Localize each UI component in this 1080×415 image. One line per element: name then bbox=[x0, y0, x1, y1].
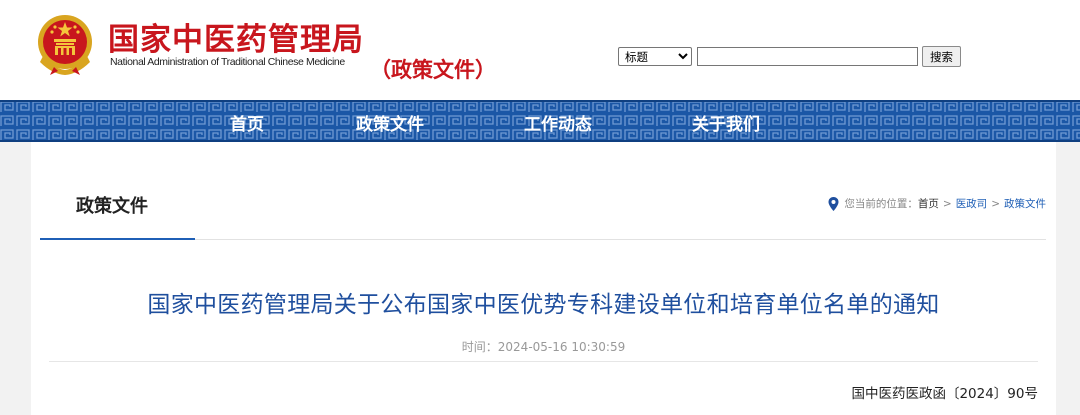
search-input[interactable] bbox=[697, 47, 918, 66]
nav-item-news[interactable]: 工作动态 bbox=[524, 110, 592, 135]
map-pin-icon bbox=[828, 196, 839, 211]
breadcrumb-home[interactable]: 首页 bbox=[918, 196, 939, 211]
breadcrumb-separator: > bbox=[942, 197, 952, 210]
national-emblem-logo[interactable] bbox=[34, 12, 96, 76]
breadcrumb-department[interactable]: 医政司 bbox=[956, 196, 988, 211]
article-time-value: 2024-05-16 10:30:59 bbox=[497, 340, 626, 354]
breadcrumb-separator: > bbox=[991, 197, 1000, 210]
nav-item-policy[interactable]: 政策文件 bbox=[356, 110, 424, 135]
site-name-en: National Administration of Traditional C… bbox=[110, 56, 345, 68]
main-nav: 首页 政策文件 工作动态 关于我们 bbox=[0, 100, 1080, 142]
article-divider bbox=[49, 361, 1038, 362]
article-time-label: 时间： bbox=[461, 340, 498, 354]
nav-item-about[interactable]: 关于我们 bbox=[692, 110, 760, 135]
article-time: 时间：2024-05-16 10:30:59 bbox=[31, 338, 1056, 355]
document-number: 国中医药医政函〔2024〕90号 bbox=[851, 386, 1038, 402]
article-title: 国家中医药管理局关于公布国家中医优势专科建设单位和培育单位名单的通知 bbox=[147, 292, 940, 318]
site-name-cn: 国家中医药管理局 bbox=[108, 22, 364, 58]
breadcrumb-prefix: 您当前的位置： bbox=[844, 198, 918, 210]
panel-title: 政策文件 bbox=[76, 196, 148, 217]
nav-item-home[interactable]: 首页 bbox=[230, 110, 264, 135]
content-panel: 政策文件 您当前的位置： 首页 > 医政司 > 政策文件 国家中医药管理局关于公… bbox=[31, 142, 1056, 415]
search-field-select[interactable]: 标题 bbox=[618, 47, 692, 66]
breadcrumb-current[interactable]: 政策文件 bbox=[1004, 196, 1046, 211]
search-button[interactable]: 搜索 bbox=[922, 46, 961, 67]
panel-title-underline bbox=[40, 238, 195, 240]
section-tag: （政策文件） bbox=[370, 58, 496, 82]
site-header: 国家中医药管理局 National Administration of Trad… bbox=[0, 0, 1080, 100]
breadcrumb: 您当前的位置： 首页 > 医政司 > 政策文件 bbox=[828, 196, 1046, 211]
